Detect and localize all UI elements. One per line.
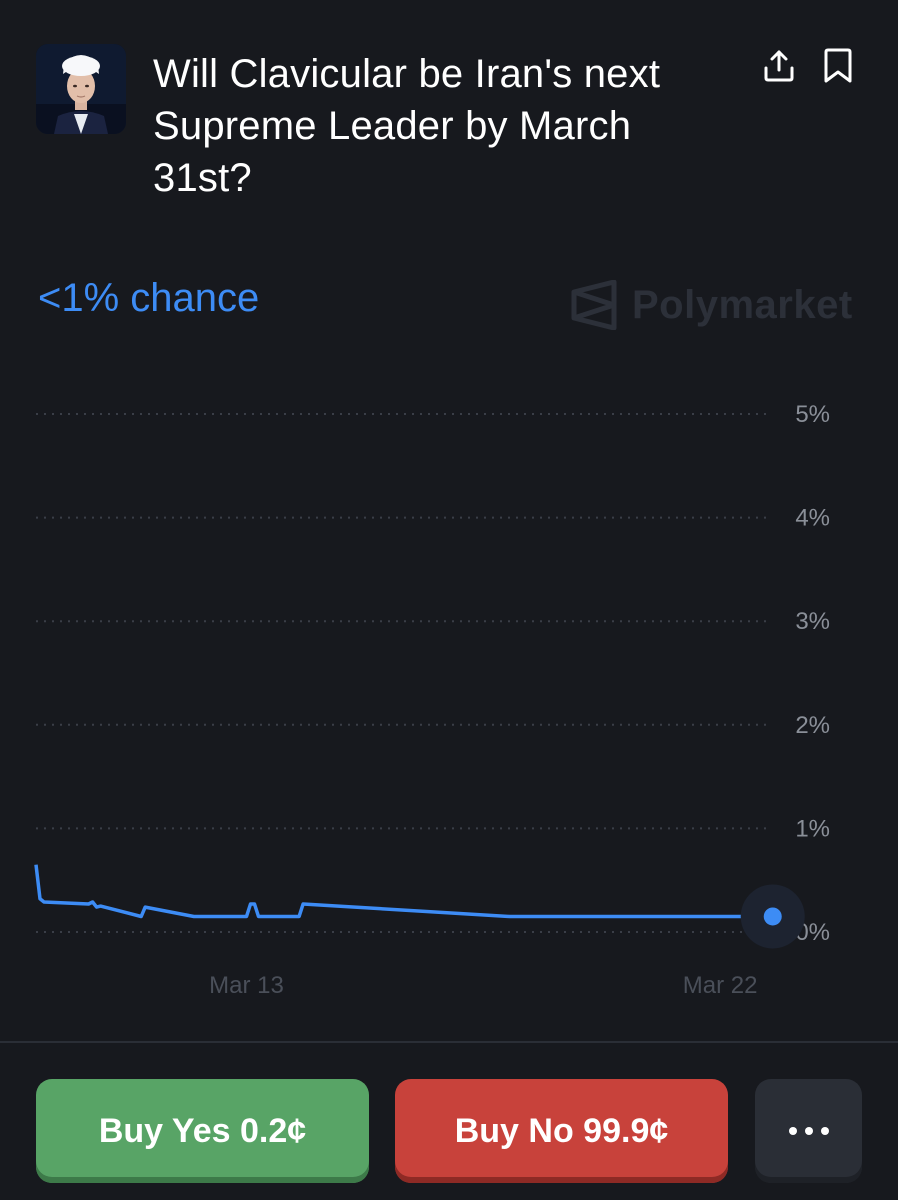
polymarket-watermark: Polymarket [570,280,853,330]
market-page: Will Clavicular be Iran's next Supreme L… [0,0,898,1200]
bookmark-icon [824,48,852,83]
y-tick-label: 2% [795,712,830,739]
more-horizontal-icon [788,1127,829,1135]
y-tick-label: 3% [795,608,830,635]
avatar-image [36,44,126,134]
y-tick-label: 4% [795,505,830,532]
market-avatar [36,44,126,134]
polymarket-logo-icon [571,280,617,330]
market-title: Will Clavicular be Iran's next Supreme L… [153,52,661,200]
buy-no-button[interactable]: Buy No 99.9¢ [395,1079,728,1183]
x-tick-label: Mar 13 [209,972,284,999]
chance-label: <1% chance [38,276,260,320]
divider [0,1041,898,1043]
y-tick-label: 5% [795,401,830,428]
price-chart: 0%1%2%3%4%5%Mar 13 Mar 22 [34,401,830,999]
x-tick-label: Mar 22 [683,972,758,999]
y-tick-label: 1% [795,815,830,842]
more-button[interactable] [755,1079,862,1183]
buy-yes-button[interactable]: Buy Yes 0.2¢ [36,1079,369,1183]
series-line [34,864,773,919]
endpoint-marker [763,907,782,926]
share-button[interactable] [757,44,801,88]
bookmark-button[interactable] [816,44,860,88]
share-icon [764,50,794,82]
brand-name: Polymarket [632,282,853,327]
